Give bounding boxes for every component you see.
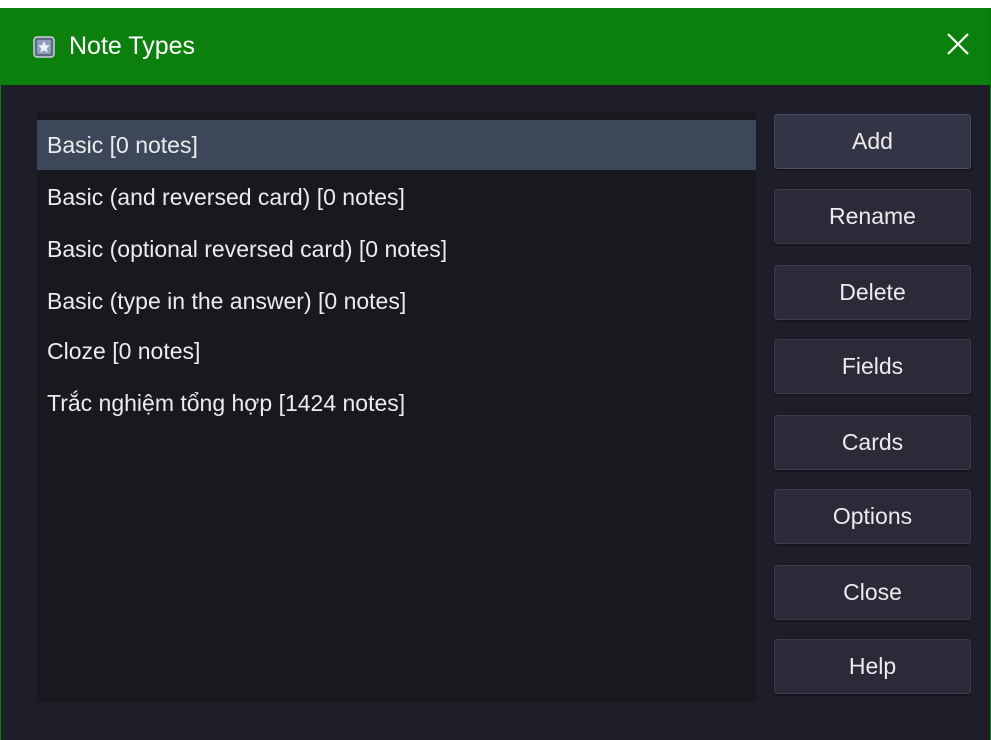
anki-app-icon: [33, 36, 55, 58]
list-item-basic-type-answer[interactable]: Basic (type in the answer) [0 notes]: [37, 276, 756, 326]
title-bar[interactable]: Note Types: [1, 8, 990, 85]
window-title: Note Types: [69, 32, 196, 60]
options-button[interactable]: Options: [774, 489, 971, 544]
list-item-cloze[interactable]: Cloze [0 notes]: [37, 326, 756, 376]
delete-button[interactable]: Delete: [774, 265, 971, 320]
add-button[interactable]: Add: [774, 114, 971, 169]
cards-button[interactable]: Cards: [774, 415, 971, 470]
fields-button[interactable]: Fields: [774, 339, 971, 394]
list-item-basic-and-reversed[interactable]: Basic (and reversed card) [0 notes]: [37, 172, 756, 222]
note-type-list[interactable]: Basic [0 notes] Basic (and reversed card…: [37, 112, 756, 702]
list-item-basic[interactable]: Basic [0 notes]: [37, 120, 756, 170]
list-item-trac-nghiem[interactable]: Trắc nghiệm tổng hợp [1424 notes]: [37, 378, 756, 428]
close-icon[interactable]: [944, 30, 972, 58]
list-item-basic-optional-reversed[interactable]: Basic (optional reversed card) [0 notes]: [37, 224, 756, 274]
rename-button[interactable]: Rename: [774, 189, 971, 244]
close-button[interactable]: Close: [774, 565, 971, 620]
note-types-dialog: Note Types Basic [0 notes] Basic (and re…: [0, 8, 991, 740]
help-button[interactable]: Help: [774, 639, 971, 694]
